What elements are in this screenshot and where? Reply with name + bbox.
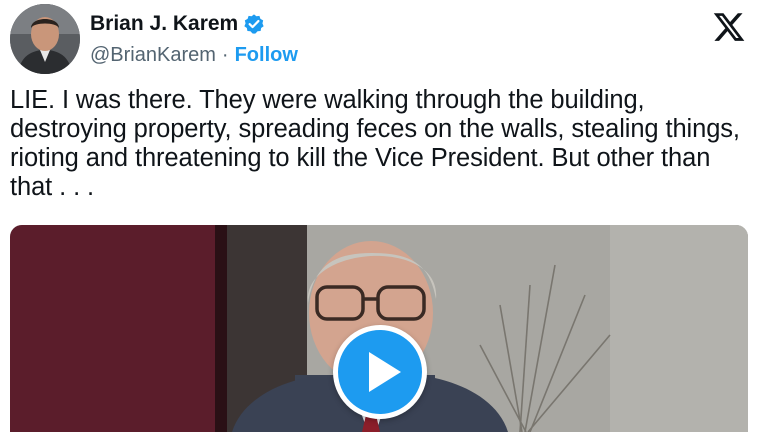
x-logo-icon[interactable] — [712, 10, 746, 44]
author-info: Brian J. Karem @BrianKarem · Follow — [90, 10, 298, 70]
avatar-image — [10, 4, 80, 74]
tweet-embed-card: Brian J. Karem @BrianKarem · Follow LIE.… — [0, 0, 768, 432]
play-button[interactable] — [333, 325, 427, 419]
separator-dot: · — [221, 43, 229, 66]
author-display-name[interactable]: Brian J. Karem — [90, 12, 238, 36]
follow-button[interactable]: Follow — [235, 44, 298, 67]
tweet-header: Brian J. Karem @BrianKarem · Follow — [10, 4, 758, 74]
author-handle[interactable]: @BrianKarem — [90, 44, 216, 67]
video-thumbnail[interactable] — [10, 225, 748, 432]
play-icon — [369, 352, 401, 392]
tweet-text: LIE. I was there. They were walking thro… — [10, 86, 740, 201]
verified-badge-icon — [243, 13, 265, 35]
avatar[interactable] — [10, 4, 80, 74]
